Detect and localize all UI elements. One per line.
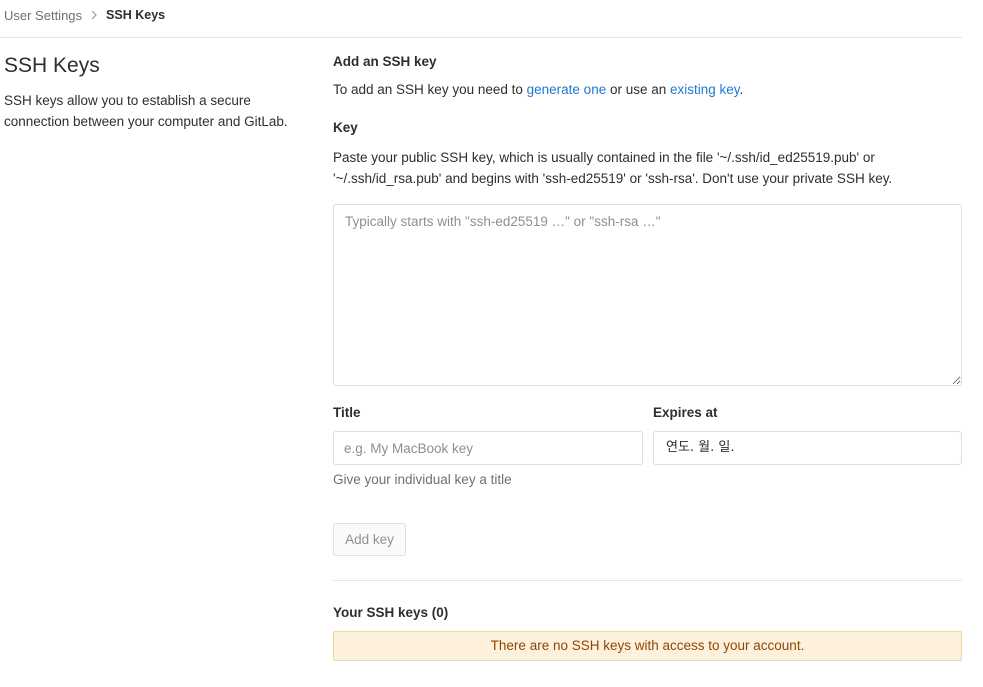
add-key-instructions: To add an SSH key you need to generate o…: [333, 82, 743, 97]
key-field-help: Paste your public SSH key, which is usua…: [333, 150, 893, 186]
title-field-label: Title: [333, 405, 361, 420]
existing-key-link[interactable]: existing key: [670, 82, 740, 97]
page-title: SSH Keys: [4, 54, 100, 77]
expires-date-input[interactable]: 연도. 월. 일.: [653, 431, 962, 465]
breadcrumb: User Settings SSH Keys: [4, 7, 165, 23]
title-field-help: Give your individual key a title: [333, 472, 512, 487]
chevron-right-icon: [91, 10, 97, 20]
page-description: SSH keys allow you to establish a secure…: [4, 93, 288, 129]
empty-keys-alert: There are no SSH keys with access to you…: [333, 631, 962, 661]
add-key-heading: Add an SSH key: [333, 54, 437, 69]
title-input[interactable]: [333, 431, 643, 465]
key-textarea[interactable]: [333, 204, 962, 386]
section-divider: [333, 580, 962, 581]
instructions-text: To add an SSH key you need to: [333, 82, 527, 97]
expires-field-label: Expires at: [653, 405, 718, 420]
instructions-text: or use an: [606, 82, 671, 97]
generate-one-link[interactable]: generate one: [527, 82, 607, 97]
your-ssh-keys-heading: Your SSH keys (0): [333, 605, 449, 620]
key-field-label: Key: [333, 120, 358, 135]
breadcrumb-user-settings-link[interactable]: User Settings: [4, 8, 82, 23]
add-key-button[interactable]: Add key: [333, 523, 406, 556]
header-divider: [0, 37, 962, 38]
instructions-text: .: [739, 82, 744, 97]
breadcrumb-current[interactable]: SSH Keys: [106, 8, 165, 22]
ssh-keys-page: User Settings SSH Keys SSH Keys SSH keys…: [0, 0, 983, 687]
